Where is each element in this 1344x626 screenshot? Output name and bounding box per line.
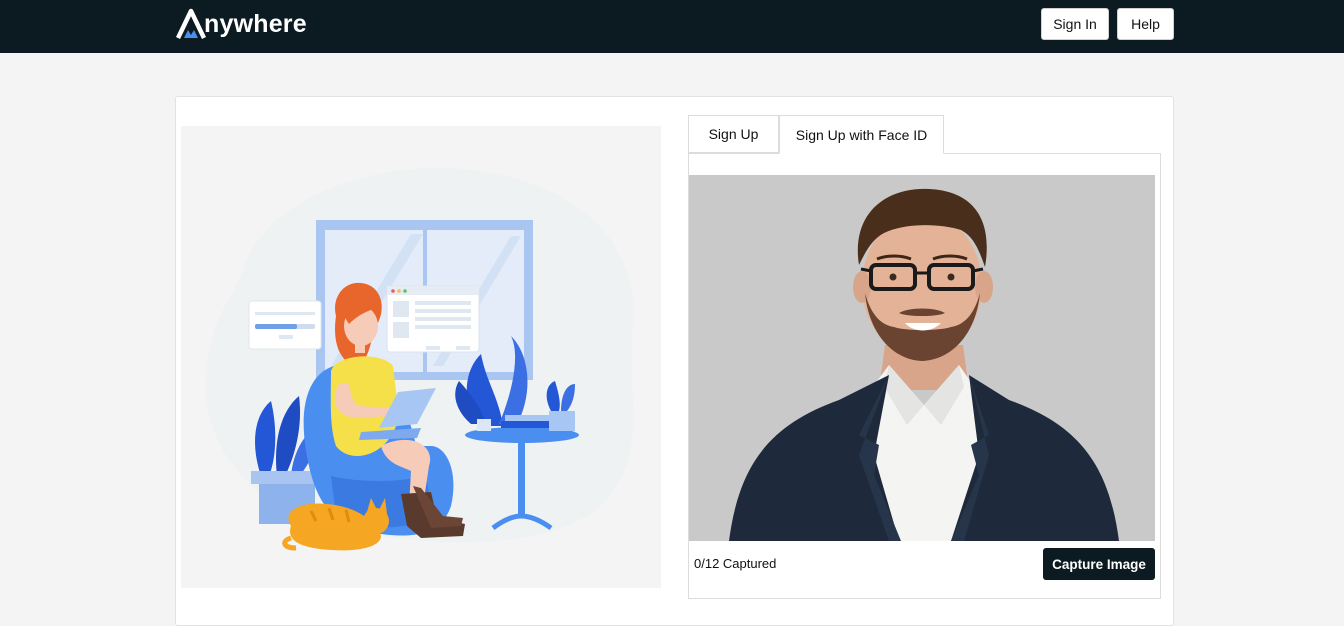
sign-in-button[interactable]: Sign In xyxy=(1041,8,1109,40)
brand-name: nywhere xyxy=(204,9,307,38)
capture-count: 0/12 Captured xyxy=(694,556,777,571)
top-navbar: nywhere Sign In Help xyxy=(0,0,1344,53)
capture-image-button[interactable]: Capture Image xyxy=(1043,548,1155,580)
signup-illustration xyxy=(181,126,661,588)
mountain-a-icon xyxy=(176,8,206,39)
brand-logo[interactable]: nywhere xyxy=(176,6,307,42)
camera-preview xyxy=(689,175,1155,541)
tab-sign-up[interactable]: Sign Up xyxy=(688,115,779,153)
tab-sign-up-face-id[interactable]: Sign Up with Face ID xyxy=(779,115,944,154)
help-button[interactable]: Help xyxy=(1117,8,1174,40)
